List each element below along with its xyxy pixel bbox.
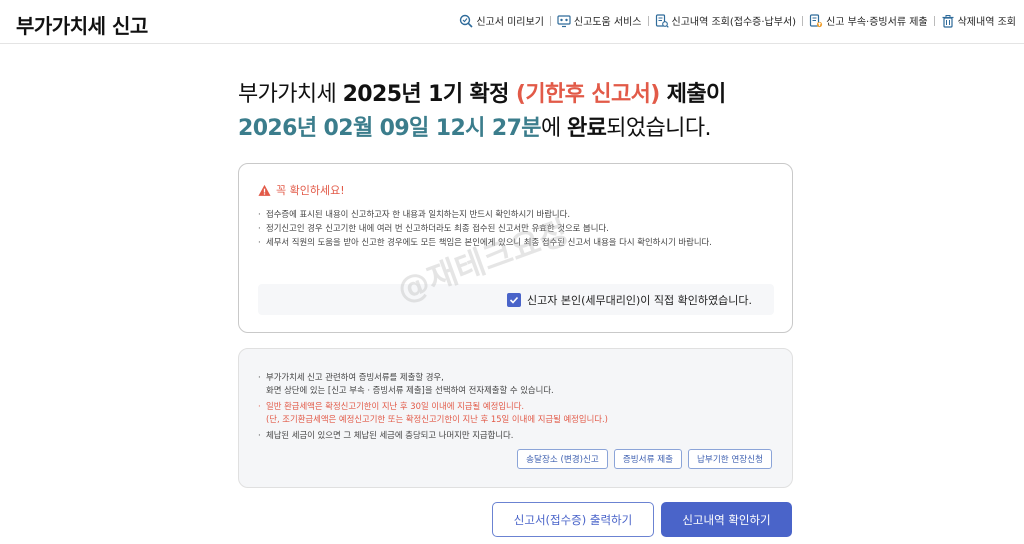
header-bar: 부가가치세 신고 신고서 미리보기 신고도움 서비스 신고내역 조회(접수증·납… <box>0 0 1024 44</box>
info-text: 부가가치세 신고 관련하여 증빙서류를 제출할 경우, <box>266 372 444 382</box>
info-text: 화면 상단에 있는 [신고 부속 · 증빙서류 제출]을 선택하여 전자제출할 … <box>266 384 554 395</box>
view-filing-history-button[interactable]: 신고내역 확인하기 <box>661 502 792 537</box>
magnifier-document-icon <box>460 14 473 28</box>
headline-filing-type: (기한후 신고서) <box>515 82 660 107</box>
delivery-address-button[interactable]: 송달장소 (변경)신고 <box>517 449 608 469</box>
payment-extension-button[interactable]: 납부기한 연장신청 <box>688 449 772 469</box>
notice-list: 접수증에 표시된 내용이 신고하고자 한 내용과 일치하는지 반드시 확인하시기… <box>258 207 778 249</box>
page-title: 부가가치세 신고 <box>16 14 148 38</box>
nav-attachment-submit[interactable]: 신고 부속·증빙서류 제출 <box>809 13 928 28</box>
nav-divider <box>549 15 551 26</box>
list-item: 부가가치세 신고 관련하여 증빙서류를 제출할 경우, 화면 상단에 있는 [신고… <box>258 371 778 396</box>
document-search-icon <box>655 13 669 28</box>
headline-suffix: 되었습니다. <box>606 116 711 141</box>
notice-title-text: 꼭 확인하세요! <box>276 184 345 197</box>
headline-line-2: 2026년 02월 09일 12시 27분에 완료되었습니다. <box>238 112 798 146</box>
headline-datetime: 2026년 02월 09일 12시 27분 <box>238 116 542 141</box>
nav-divider <box>802 15 804 26</box>
headline-line-1: 부가가치세 2025년 1기 확정 (기한후 신고서) 제출이 <box>238 78 798 112</box>
list-item: 일반 환급세액은 확정신고기한이 지난 후 30일 이내에 지급될 예정입니다.… <box>258 400 778 425</box>
completion-headline: 부가가치세 2025년 1기 확정 (기한후 신고서) 제출이 2026년 02… <box>238 78 798 146</box>
list-item: 세무서 직원의 도움을 받아 신고한 경우에도 모든 책임은 본인에게 있으니 … <box>258 235 778 249</box>
list-item: 접수증에 표시된 내용이 신고하고자 한 내용과 일치하는지 반드시 확인하시기… <box>258 207 778 221</box>
monitor-help-icon <box>557 14 571 27</box>
info-list: 부가가치세 신고 관련하여 증빙서류를 제출할 경우, 화면 상단에 있는 [신고… <box>258 371 778 442</box>
headline-complete: 완료 <box>566 116 607 141</box>
nav-divider <box>933 15 935 26</box>
notice-title: 꼭 확인하세요! <box>258 182 345 198</box>
headline-period: 2025년 1기 확정 <box>342 82 516 107</box>
nav-deleted-history[interactable]: 삭제내역 조회 <box>941 13 1016 28</box>
info-text: (단, 조기환급세액은 예정신고기한 또는 확정신고기한이 지난 후 15일 이… <box>266 413 608 424</box>
headline-submit-text: 제출이 <box>659 82 727 107</box>
nav-label: 삭제내역 조회 <box>957 17 1016 28</box>
nav-label: 신고도움 서비스 <box>573 17 642 28</box>
nav-preview-return[interactable]: 신고서 미리보기 <box>459 13 544 28</box>
document-upload-icon <box>809 13 823 27</box>
evidence-submit-button[interactable]: 증빙서류 제출 <box>613 449 683 469</box>
nav-label: 신고서 미리보기 <box>476 17 544 28</box>
warning-icon <box>258 184 271 196</box>
print-receipt-button[interactable]: 신고서(접수증) 출력하기 <box>492 502 654 537</box>
info-box: 부가가치세 신고 관련하여 증빙서류를 제출할 경우, 화면 상단에 있는 [신고… <box>238 348 793 488</box>
self-confirm-row[interactable]: 신고자 본인(세무대리인)이 직접 확인하였습니다. <box>258 284 774 315</box>
info-button-group: 송달장소 (변경)신고 증빙서류 제출 납부기한 연장신청 <box>511 449 772 469</box>
nav-label: 신고 부속·증빙서류 제출 <box>826 17 928 28</box>
list-item: 체납된 세금이 있으면 그 체납된 세금에 충당되고 나머지만 지급합니다. <box>258 429 778 442</box>
self-confirm-checkbox[interactable] <box>507 292 522 307</box>
nav-filing-history[interactable]: 신고내역 조회(접수증·납부서) <box>655 13 797 28</box>
info-text: 일반 환급세액은 확정신고기한이 지난 후 30일 이내에 지급될 예정입니다. <box>266 401 525 411</box>
top-nav: 신고서 미리보기 신고도움 서비스 신고내역 조회(접수증·납부서) 신고 부속… <box>459 13 1016 28</box>
self-confirm-label[interactable]: 신고자 본인(세무대리인)이 직접 확인하였습니다. <box>527 292 752 308</box>
headline-particle: 에 <box>540 116 567 141</box>
nav-label: 신고내역 조회(접수증·납부서) <box>671 17 797 28</box>
headline-prefix: 부가가치세 <box>238 82 343 107</box>
nav-divider <box>647 15 649 26</box>
nav-help-service[interactable]: 신고도움 서비스 <box>557 13 642 28</box>
trash-icon <box>942 14 954 28</box>
checkmark-icon <box>509 296 519 304</box>
list-item: 정기신고인 경우 신고기한 내에 여러 번 신고하더라도 최종 접수된 신고서만… <box>258 221 778 235</box>
notice-box: 꼭 확인하세요! 접수증에 표시된 내용이 신고하고자 한 내용과 일치하는지 … <box>238 163 793 333</box>
